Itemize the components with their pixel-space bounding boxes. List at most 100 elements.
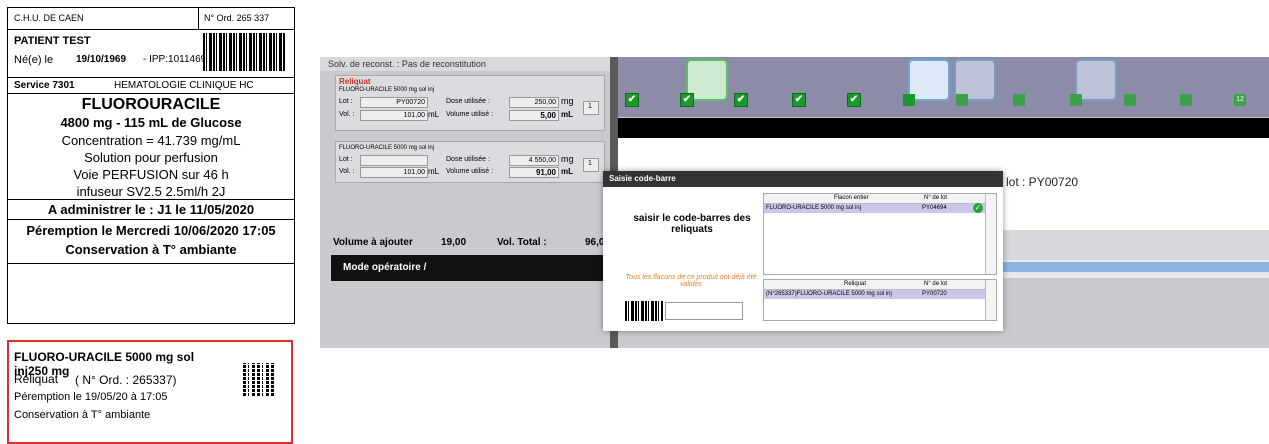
unit-ml-used-1: mL: [561, 110, 573, 119]
table-header: Reliquat N° de lot: [764, 280, 996, 290]
lot-info-text: e lot : PY00720: [996, 175, 1079, 189]
mode-operatoire-bar[interactable]: Mode opératoire /: [331, 255, 609, 281]
column-header: N° de lot: [924, 195, 948, 201]
vol-label-1: Vol. :: [339, 111, 355, 118]
reliquat-label-card: FLUORO-URACILE 5000 mg sol inj250 mg Rel…: [7, 340, 293, 444]
table-row[interactable]: (N°265337)FLUORO-URACILE 5000 mg sol inj…: [764, 290, 996, 299]
service-code: Service 7301: [14, 80, 75, 91]
step-marker: [1070, 94, 1082, 106]
dose-used-label-2: Dose utilisée :: [446, 156, 490, 163]
unit-mg-1: mg: [561, 96, 574, 106]
infusion-device: infuseur SV2.5 2.5ml/h 2J: [76, 184, 226, 199]
product-name-2: FLUORO-URACILE 5000 mg sol inj: [339, 145, 435, 151]
dob-value: 19/10/1969: [76, 54, 127, 65]
drug-block: FLUOROURACILE 4800 mg - 115 mL de Glucos…: [8, 94, 294, 200]
dose-used-field-2[interactable]: 4 550,00: [509, 155, 559, 166]
vol-label-2: Vol. :: [339, 168, 355, 175]
scrollbar[interactable]: [985, 280, 996, 320]
lot-label-2: Lot :: [339, 156, 353, 163]
label-header-row: C.H.U. DE CAEN N° Ord. 265 337: [8, 7, 294, 30]
barcode-icon: [625, 301, 663, 321]
reliquat-entry-2: FLUORO-URACILE 5000 mg sol inj Lot : Dos…: [335, 141, 605, 183]
patient-barcode: [203, 33, 285, 71]
column-header: Reliquat: [844, 281, 867, 287]
dose-line: 4800 mg - 115 mL de Glucose: [60, 115, 242, 130]
reliquat-storage: Conservation à T° ambiante: [14, 409, 151, 421]
scrollbar[interactable]: [985, 194, 996, 274]
dialog-title: Saisie code-barre: [603, 171, 1003, 187]
barcode-entry-dialog: Saisie code-barre saisir le code-barres …: [603, 171, 1003, 331]
step-count-badge: 12: [1234, 94, 1246, 106]
dose-used-label-1: Dose utilisée :: [446, 98, 490, 105]
administer-date: A administrer le : J1 le 11/05/2020: [47, 202, 255, 217]
already-validated-warning: Tous les flacons de ce produit ont déjà …: [625, 274, 757, 288]
solvent-text: Solv. de reconst. : Pas de reconstitutio…: [328, 59, 486, 69]
qty-field-2[interactable]: 1: [583, 158, 599, 172]
column-header: N° de lot: [924, 281, 948, 287]
vol-used-field-1[interactable]: 5,00: [509, 110, 559, 121]
step-check-icon-3: ✔: [734, 93, 748, 107]
table-cell: PY04694: [922, 205, 947, 211]
volume-to-add-value: 19,00: [441, 237, 467, 248]
reliquat-title: Reliquat: [339, 77, 371, 86]
qty-field-1[interactable]: 1: [583, 101, 599, 115]
product-name-1: FLUORO-URACILE 5000 mg sol inj: [339, 87, 435, 93]
step-marker: [1180, 94, 1192, 106]
barcode-input[interactable]: [665, 302, 743, 320]
lot-field-2[interactable]: [360, 155, 428, 166]
vol-used-label-2: Volume utilisé :: [446, 168, 494, 175]
lot-label-1: Lot :: [339, 98, 353, 105]
step-marker: [956, 94, 968, 106]
step-marker: [1124, 94, 1136, 106]
expiry-block: Péremption le Mercredi 10/06/2020 17:05 …: [8, 220, 294, 264]
progress-highlight: [988, 262, 1269, 272]
ipp-value: - IPP:1011469: [143, 54, 207, 65]
hospital-name: C.H.U. DE CAEN: [14, 13, 84, 23]
reliquat-product-name: FLUORO-URACILE 5000 mg sol: [14, 350, 195, 364]
step-check-icon-2: ✔: [680, 93, 694, 107]
preparation-app-screen: Solv. de reconst. : Pas de reconstitutio…: [320, 57, 1269, 348]
preparation-label: C.H.U. DE CAEN N° Ord. 265 337 PATIENT T…: [7, 7, 295, 324]
lot-field-1[interactable]: PY00720: [360, 97, 428, 108]
mode-operatoire-title: Mode opératoire /: [343, 262, 427, 273]
reliquat-tag: Reliquat: [14, 372, 59, 386]
unit-mg-2: mg: [561, 154, 574, 164]
patient-block: PATIENT TEST Né(e) le 19/10/1969 - IPP:1…: [8, 30, 294, 78]
storage-condition: Conservation à T° ambiante: [65, 242, 237, 257]
concentration: Concentration = 41.739 mg/mL: [61, 133, 241, 148]
dob-label: Né(e) le: [14, 54, 54, 66]
vol-field-1: 101,00: [360, 110, 428, 121]
left-panel: Reliquat FLUORO-URACILE 5000 mg sol inj …: [323, 71, 611, 348]
datamatrix-code: [243, 363, 276, 396]
solution-type: Solution pour perfusion: [84, 150, 218, 165]
table-header: Flacon entier N° de lot: [764, 194, 996, 204]
reliquat-entry-1: Reliquat FLUORO-URACILE 5000 mg sol inj …: [335, 75, 605, 131]
expiry-date: Péremption le Mercredi 10/06/2020 17:05: [26, 223, 276, 238]
drug-name: FLUOROURACILE: [81, 96, 221, 113]
table-cell: FLUORO-URACILE 5000 mg sol inj: [766, 205, 862, 211]
service-row: Service 7301 HEMATOLOGIE CLINIQUE HC: [8, 78, 294, 94]
scan-prompt: saisir le code-barres des reliquats: [633, 213, 751, 235]
volume-total-label: Vol. Total :: [497, 237, 547, 248]
table-row[interactable]: FLUORO-URACILE 5000 mg sol inj PY04694 ✓: [764, 203, 996, 213]
reliquat-expiry: Péremption le 19/05/20 à 17:05: [14, 391, 168, 403]
unit-ml-1: mL: [428, 110, 440, 119]
dose-used-field-1[interactable]: 250,00: [509, 97, 559, 108]
reliquat-order: ( N° Ord. : 265337): [75, 373, 177, 387]
unit-ml-used-2: mL: [561, 167, 573, 176]
step-current-marker: [903, 94, 915, 106]
vol-used-field-2[interactable]: 91,00: [509, 167, 559, 178]
reliquat-table: Reliquat N° de lot (N°265337)FLUORO-URAC…: [763, 279, 997, 321]
table-cell: (N°265337)FLUORO-URACILE 5000 mg sol inj: [766, 291, 892, 297]
steps-band: ✔ ✔ ✔ ✔ ✔ 12: [618, 57, 1269, 117]
reconstitution-solvent: Solv. de reconst. : Pas de reconstitutio…: [320, 57, 610, 71]
unit-ml-2: mL: [428, 167, 440, 176]
step-check-icon-1: ✔: [625, 93, 639, 107]
service-name: HEMATOLOGIE CLINIQUE HC: [114, 80, 254, 91]
step-check-icon-4: ✔: [792, 93, 806, 107]
administration-route: Voie PERFUSION sur 46 h: [73, 167, 229, 182]
administer-row: A administrer le : J1 le 11/05/2020: [8, 200, 294, 220]
step-check-icon-5: ✔: [847, 93, 861, 107]
header-bar: [618, 118, 1269, 138]
step-marker: [1013, 94, 1025, 106]
